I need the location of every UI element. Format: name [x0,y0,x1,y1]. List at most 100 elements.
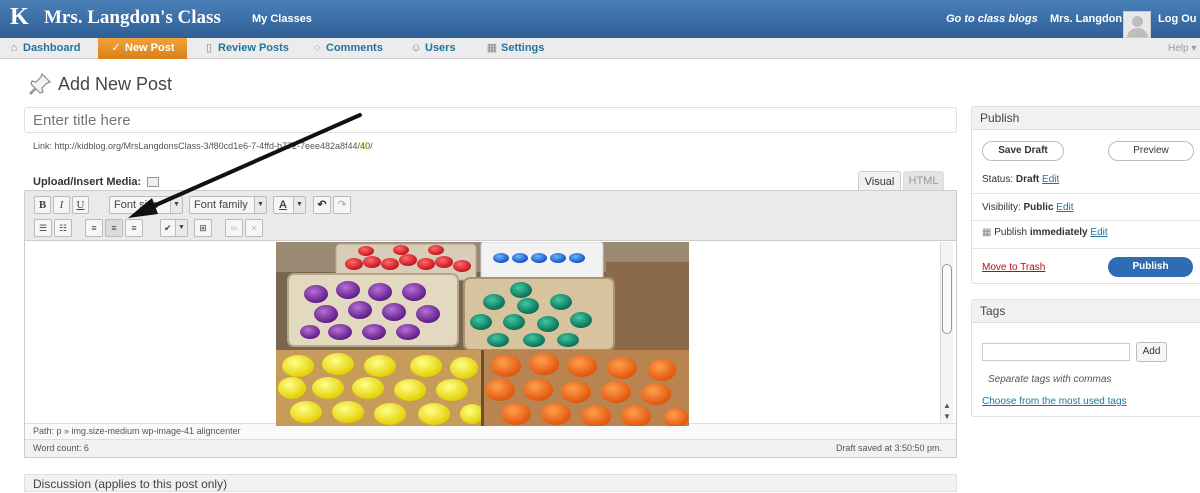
font-family-label: Font family [194,199,248,211]
upload-insert-media: Upload/Insert Media: [33,176,160,188]
calendar-icon: ▦ [982,227,992,238]
menu-dashboard[interactable]: ⌂ Dashboard [8,38,81,59]
schedule-edit-link[interactable]: Edit [1090,227,1107,238]
redo-icon[interactable]: ↷ [333,196,351,214]
text-color-icon: A [279,199,287,211]
undo-icon[interactable]: ↶ [313,196,331,214]
editor-scrollbar[interactable]: ▲ ▼ [940,242,953,423]
status-label: Status: [982,174,1016,185]
page-title: Add New Post [58,74,173,94]
visibility-row: Visibility: Public Edit [982,202,1074,213]
permalink-slug: 40 [360,141,371,151]
permalink-end: / [370,141,373,151]
menu-settings[interactable]: ▦ Settings [486,38,545,59]
tags-hint: Separate tags with commas [988,374,1112,385]
status-row: Status: Draft Edit [982,174,1059,185]
unlink-icon[interactable]: ⨯ [245,219,263,237]
egg-trays-photo [276,242,689,426]
permalink-middle: -4ffd-b772-7eee482a8f44/ [256,141,361,151]
publish-panel: Publish Save Draft Preview Status: Draft… [971,106,1200,284]
font-size-label: Font size [114,199,159,211]
publish-button[interactable]: Publish [1108,257,1193,277]
visibility-edit-link[interactable]: Edit [1056,202,1073,213]
underline-button[interactable]: U [72,196,89,214]
font-family-select[interactable]: Font family ▼ [189,196,267,214]
preview-button[interactable]: Preview [1108,141,1194,161]
menu-new-post-label: New Post [125,42,175,54]
username-link[interactable]: Mrs. Langdon [1050,13,1122,25]
discussion-panel[interactable]: Discussion (applies to this post only) [24,474,957,492]
chevron-down-icon: ▼ [175,220,187,236]
post-title-input[interactable] [24,107,957,133]
menu-review-posts-label: Review Posts [218,42,289,54]
inserted-image[interactable] [276,242,689,426]
class-title[interactable]: Mrs. Langdon's Class [44,8,221,28]
divider [972,248,1200,249]
schedule-prefix: Publish [994,227,1030,238]
settings-icon: ▦ [486,42,498,54]
add-media-icon[interactable] [147,177,160,188]
visibility-label: Visibility: [982,202,1024,213]
go-to-class-blogs-link[interactable]: Go to class blogs [946,13,1038,25]
scroll-up-icon[interactable]: ▲ [943,401,951,410]
text-color-button[interactable]: A ▼ [273,196,306,214]
tab-visual[interactable]: Visual [858,171,901,191]
speech-bubble-icon: ◌ [313,42,321,54]
help-button[interactable]: Help ▾ [1168,38,1196,59]
avatar-head-shape [1132,16,1143,27]
align-center-icon[interactable]: ≡ [105,219,123,237]
menu-comments-label: Comments [326,42,383,54]
draft-saved-status: Draft saved at 3:50:50 pm. [835,443,942,453]
editor-toolbar: B I U Font size ▼ Font family ▼ A ▼ ↶ ↷ ☰ ☷… [25,191,956,241]
pencil-icon: ✓ [111,42,121,54]
link-icon[interactable]: ∞ [225,219,243,237]
tab-html[interactable]: HTML [903,171,944,190]
publish-panel-heading: Publish [972,107,1200,130]
choose-tags-link[interactable]: Choose from the most used tags [982,396,1127,407]
chevron-down-icon: ▼ [254,197,266,213]
scroll-down-icon[interactable]: ▼ [943,412,951,421]
menu-comments[interactable]: ◌ Comments [311,38,383,59]
divider [972,193,1200,194]
menu-review-posts[interactable]: ▯ Review Posts [203,38,289,59]
status-edit-link[interactable]: Edit [1042,174,1059,185]
users-icon: ☺ [410,42,422,54]
permalink[interactable]: Link: http://kidblog.org/MrsLangdonsClas… [33,141,373,151]
scrollbar-thumb[interactable] [942,264,952,334]
avatar[interactable] [1123,11,1151,38]
tags-input[interactable] [982,343,1130,361]
upload-insert-media-label: Upload/Insert Media: [33,176,142,188]
menu-new-post[interactable]: ✓ New Post [98,38,187,59]
divider [972,220,1200,221]
add-tag-button[interactable]: Add [1136,342,1167,362]
align-right-icon[interactable]: ≡ [125,219,143,237]
fullscreen-icon[interactable]: ⊞ [194,219,212,237]
move-to-trash-link[interactable]: Move to Trash [982,262,1045,273]
schedule-value: immediately [1029,227,1088,238]
align-left-icon[interactable]: ≡ [85,219,103,237]
chevron-down-icon: ▼ [170,197,182,213]
spellcheck-button[interactable]: ✔ ▼ [160,219,188,237]
bold-button[interactable]: B [34,196,51,214]
font-size-select[interactable]: Font size ▼ [109,196,183,214]
spellcheck-icon: ✔ [164,223,172,233]
tags-panel: Tags Add Separate tags with commas Choos… [971,299,1200,417]
tags-panel-heading: Tags [972,300,1200,323]
kidblog-logo[interactable]: K [10,5,29,29]
chevron-down-icon: ▼ [293,197,305,213]
schedule-row: ▦ Publish immediately Edit [982,227,1108,238]
my-classes-link[interactable]: My Classes [252,13,312,25]
bullet-list-icon[interactable]: ☰ [34,219,52,237]
pushpin-icon [29,72,52,95]
italic-button[interactable]: I [53,196,70,214]
logout-link[interactable]: Log Ou [1158,13,1197,25]
permalink-prefix: Link: http://kidblog.org/MrsLangdonsClas… [33,141,257,151]
status-value: Draft [1015,174,1040,185]
top-bar: K Mrs. Langdon's Class My Classes Go to … [0,0,1200,38]
word-count: Word count: 6 [33,443,89,453]
menu-users[interactable]: ☺ Users [410,38,455,59]
save-draft-button[interactable]: Save Draft [982,141,1064,161]
admin-menu-bar: ⌂ Dashboard ✓ New Post ▯ Review Posts ◌ Comm… [0,38,1200,59]
numbered-list-icon[interactable]: ☷ [54,219,72,237]
visibility-value: Public [1023,202,1054,213]
